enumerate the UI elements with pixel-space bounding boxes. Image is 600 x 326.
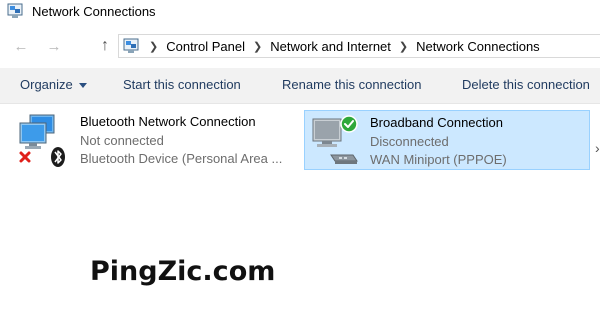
connection-status: Not connected [80,133,164,148]
connection-item-broadband[interactable]: Broadband Connection Disconnected WAN Mi… [304,110,590,170]
navigation-bar: ← → ↑ ❯ Control Panel ❯ Network and Inte… [0,34,600,60]
breadcrumb-separator-icon[interactable]: ❯ [253,40,262,53]
rename-connection-button[interactable]: Rename this connection [282,77,421,92]
network-connections-icon [7,3,23,18]
connection-name: Broadband Connection [370,115,503,130]
connection-status: Disconnected [370,134,449,149]
control-panel-icon [123,38,139,53]
window-title: Network Connections [32,4,156,19]
delete-connection-button[interactable]: Delete this connection [462,77,590,92]
breadcrumb-network-connections[interactable]: Network Connections [416,39,540,54]
chevron-down-icon [78,83,87,89]
broadband-network-icon [312,115,358,164]
breadcrumb-separator-icon[interactable]: ❯ [399,40,408,53]
connection-device: Bluetooth Device (Personal Area ... [80,151,283,166]
connection-device: WAN Miniport (PPPOE) [370,152,507,167]
back-arrow-icon[interactable]: ← [10,34,32,58]
organize-button[interactable]: Organize [20,77,87,92]
organize-label: Organize [20,77,73,92]
connection-item-bluetooth[interactable]: Bluetooth Network Connection Not connect… [10,110,295,170]
cropped-item-edge: › [595,140,600,156]
up-arrow-icon[interactable]: ↑ [94,34,116,58]
watermark: PingZic.com [90,256,276,287]
start-connection-button[interactable]: Start this connection [123,77,241,92]
breadcrumb-control-panel[interactable]: Control Panel [166,39,245,54]
connection-name: Bluetooth Network Connection [80,114,256,129]
title-bar: Network Connections [0,0,600,24]
breadcrumb-separator-icon[interactable]: ❯ [149,40,158,53]
command-bar: Organize Start this connection Rename th… [0,68,600,104]
forward-arrow-icon[interactable]: → [43,34,65,58]
breadcrumb-network-and-internet[interactable]: Network and Internet [270,39,391,54]
address-bar[interactable]: ❯ Control Panel ❯ Network and Internet ❯… [118,34,600,58]
bluetooth-network-icon [19,114,65,167]
